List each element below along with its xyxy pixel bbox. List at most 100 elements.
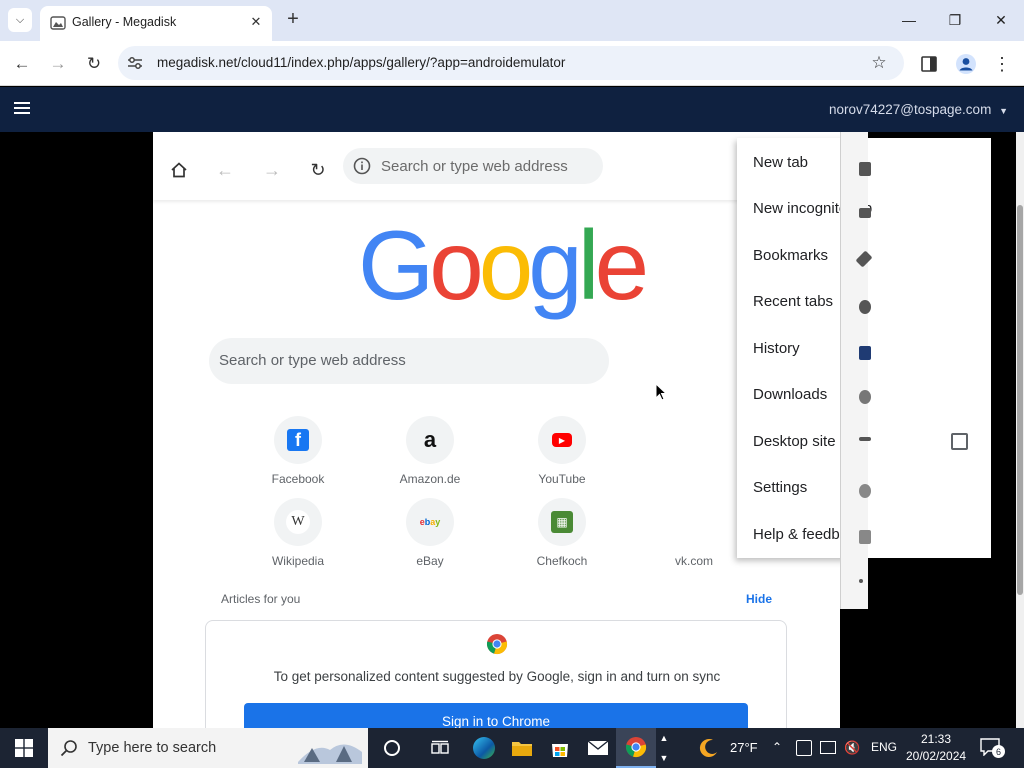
input-language[interactable]: ENG [871,740,897,754]
profile-avatar-icon[interactable] [955,53,977,75]
shortcut-tile-wikipedia[interactable]: W Wikipedia [248,498,348,580]
new-tab-icon[interactable]: + [282,8,304,30]
tab-strip: ⌵ Gallery - Megadisk ✕ + — ❐ ✕ [0,0,1024,41]
meet-now-icon[interactable] [796,740,812,756]
phone-address-bar[interactable]: Search or type web address [343,148,603,184]
side-panel-icon[interactable] [920,55,938,73]
volume-muted-icon[interactable]: 🔇 [844,740,860,756]
chefkoch-icon: ▦ [538,498,586,546]
start-button[interactable] [0,728,48,768]
tab-title: Gallery - Megadisk [72,15,177,29]
zoom-icon[interactable] [859,390,871,404]
taskbar-search-placeholder: Type here to search [88,740,217,756]
microsoft-store-icon[interactable] [540,728,580,768]
more-icon[interactable] [859,579,863,583]
home-nav-icon[interactable] [859,484,871,498]
back-icon[interactable]: ← [212,157,238,183]
volume-icon[interactable] [859,162,871,176]
forward-icon[interactable]: → [44,50,72,78]
caret-down-icon: ▼ [999,106,1008,116]
phone-search-box[interactable]: Search or type web address [209,338,609,384]
address-bar[interactable]: megadisk.net/cloud11/index.php/apps/gall… [118,46,904,80]
menu-item-new-tab[interactable]: New tab [753,154,808,171]
taskbar-search-box[interactable]: Type here to search [48,728,368,768]
mail-icon[interactable] [578,728,618,768]
menu-item-recent-tabs[interactable]: Recent tabs [753,293,833,310]
bookmark-star-icon[interactable]: ☆ [868,52,890,74]
edge-icon[interactable] [464,728,504,768]
user-email: norov74227@tospage.com [829,102,992,117]
chevron-up-icon[interactable]: ▲ [660,733,669,743]
erase-icon[interactable] [859,300,871,314]
weather-temperature[interactable]: 27°F [730,740,758,755]
menu-item-downloads[interactable]: Downloads [753,386,827,403]
tile-label: Facebook [271,472,325,486]
shortcut-tile-amazon[interactable]: a Amazon.de [380,416,480,498]
windows-logo-icon [15,739,33,757]
url-text: megadisk.net/cloud11/index.php/apps/gall… [157,55,566,70]
back-icon[interactable]: ← [8,50,36,78]
site-settings-icon[interactable] [126,54,144,72]
camera-icon[interactable] [859,346,871,360]
chevron-down-icon: ⌵ [15,13,25,26]
weather-moon-icon[interactable] [698,737,720,759]
shortcut-tile-vk[interactable]: vk.com [644,498,744,580]
forward-icon[interactable]: → [259,157,285,183]
tile-label: vk.com [674,554,713,568]
desktop-site-checkbox[interactable] [951,433,968,450]
google-logo: Google [358,210,649,320]
reload-icon[interactable]: ↻ [80,50,108,78]
chevron-up-icon[interactable]: ⌃ [772,740,782,754]
app-header: norov74227@tospage.com ▼ [0,87,1024,132]
shortcut-tile-facebook[interactable]: f Facebook [248,416,348,498]
home-icon[interactable] [166,157,192,183]
menu-item-settings[interactable]: Settings [753,479,807,496]
chrome-taskbar-icon[interactable] [616,728,656,768]
close-window-icon[interactable]: ✕ [978,0,1024,40]
active-tab[interactable]: Gallery - Megadisk ✕ [40,6,272,41]
menu-item-bookmarks[interactable]: Bookmarks [753,247,828,264]
sync-promo-card: To get personalized content suggested by… [205,620,787,728]
shortcut-tile-ebay[interactable]: ebay eBay [380,498,480,580]
hide-articles-link[interactable]: Hide [746,592,772,606]
notification-center-icon[interactable]: 6 [978,736,1006,760]
close-tab-icon[interactable]: ✕ [246,12,266,32]
clock-date[interactable]: 20/02/2024 [906,749,966,763]
sync-message: To get personalized content suggested by… [273,669,721,684]
search-icon [60,740,77,757]
sign-in-to-chrome-button[interactable]: Sign in to Chrome [244,703,748,728]
cortana-icon[interactable] [372,728,412,768]
tile-label: Wikipedia [271,554,325,568]
tab-search-button[interactable]: ⌵ [8,8,32,32]
shortcut-tile-chefkoch[interactable]: ▦ Chefkoch [512,498,612,580]
emulator-screen[interactable]: ← → ↻ Search or type web address Google … [153,132,991,728]
reload-icon[interactable]: ↻ [305,157,331,183]
ebay-icon: ebay [406,498,454,546]
phone-address-placeholder: Search or type web address [381,158,568,175]
emulator-viewport: ← → ↻ Search or type web address Google … [0,132,1016,728]
articles-heading: Articles for you [221,592,301,606]
file-explorer-icon[interactable] [502,728,542,768]
wikipedia-icon: W [274,498,322,546]
back-nav-icon[interactable] [859,437,871,441]
overview-icon[interactable] [859,530,871,544]
menu-item-history[interactable]: History [753,340,800,357]
volume-down-icon[interactable] [859,208,871,218]
restore-icon[interactable]: ❐ [932,0,978,40]
user-menu[interactable]: norov74227@tospage.com ▼ [829,102,1008,117]
chevron-down-icon[interactable]: ▼ [660,753,669,763]
network-icon[interactable] [820,741,836,754]
scrollbar-thumb[interactable] [1017,205,1023,595]
task-view-icon[interactable] [420,728,460,768]
shortcut-tile-youtube[interactable]: ▶ YouTube [512,416,612,498]
menu-item-desktop-site[interactable]: Desktop site [753,433,836,450]
clock-time[interactable]: 21:33 [906,732,966,746]
tile-label: YouTube [538,472,586,486]
taskbar-scroll-arrows[interactable]: ▲ ▼ [656,728,672,768]
tile-label: Chefkoch [536,554,588,568]
facebook-icon: f [274,416,322,464]
chrome-menu-icon[interactable]: ⋮ [988,50,1016,78]
hamburger-menu-icon[interactable] [14,102,30,116]
minimize-icon[interactable]: — [886,0,932,40]
gallery-icon [50,16,66,30]
